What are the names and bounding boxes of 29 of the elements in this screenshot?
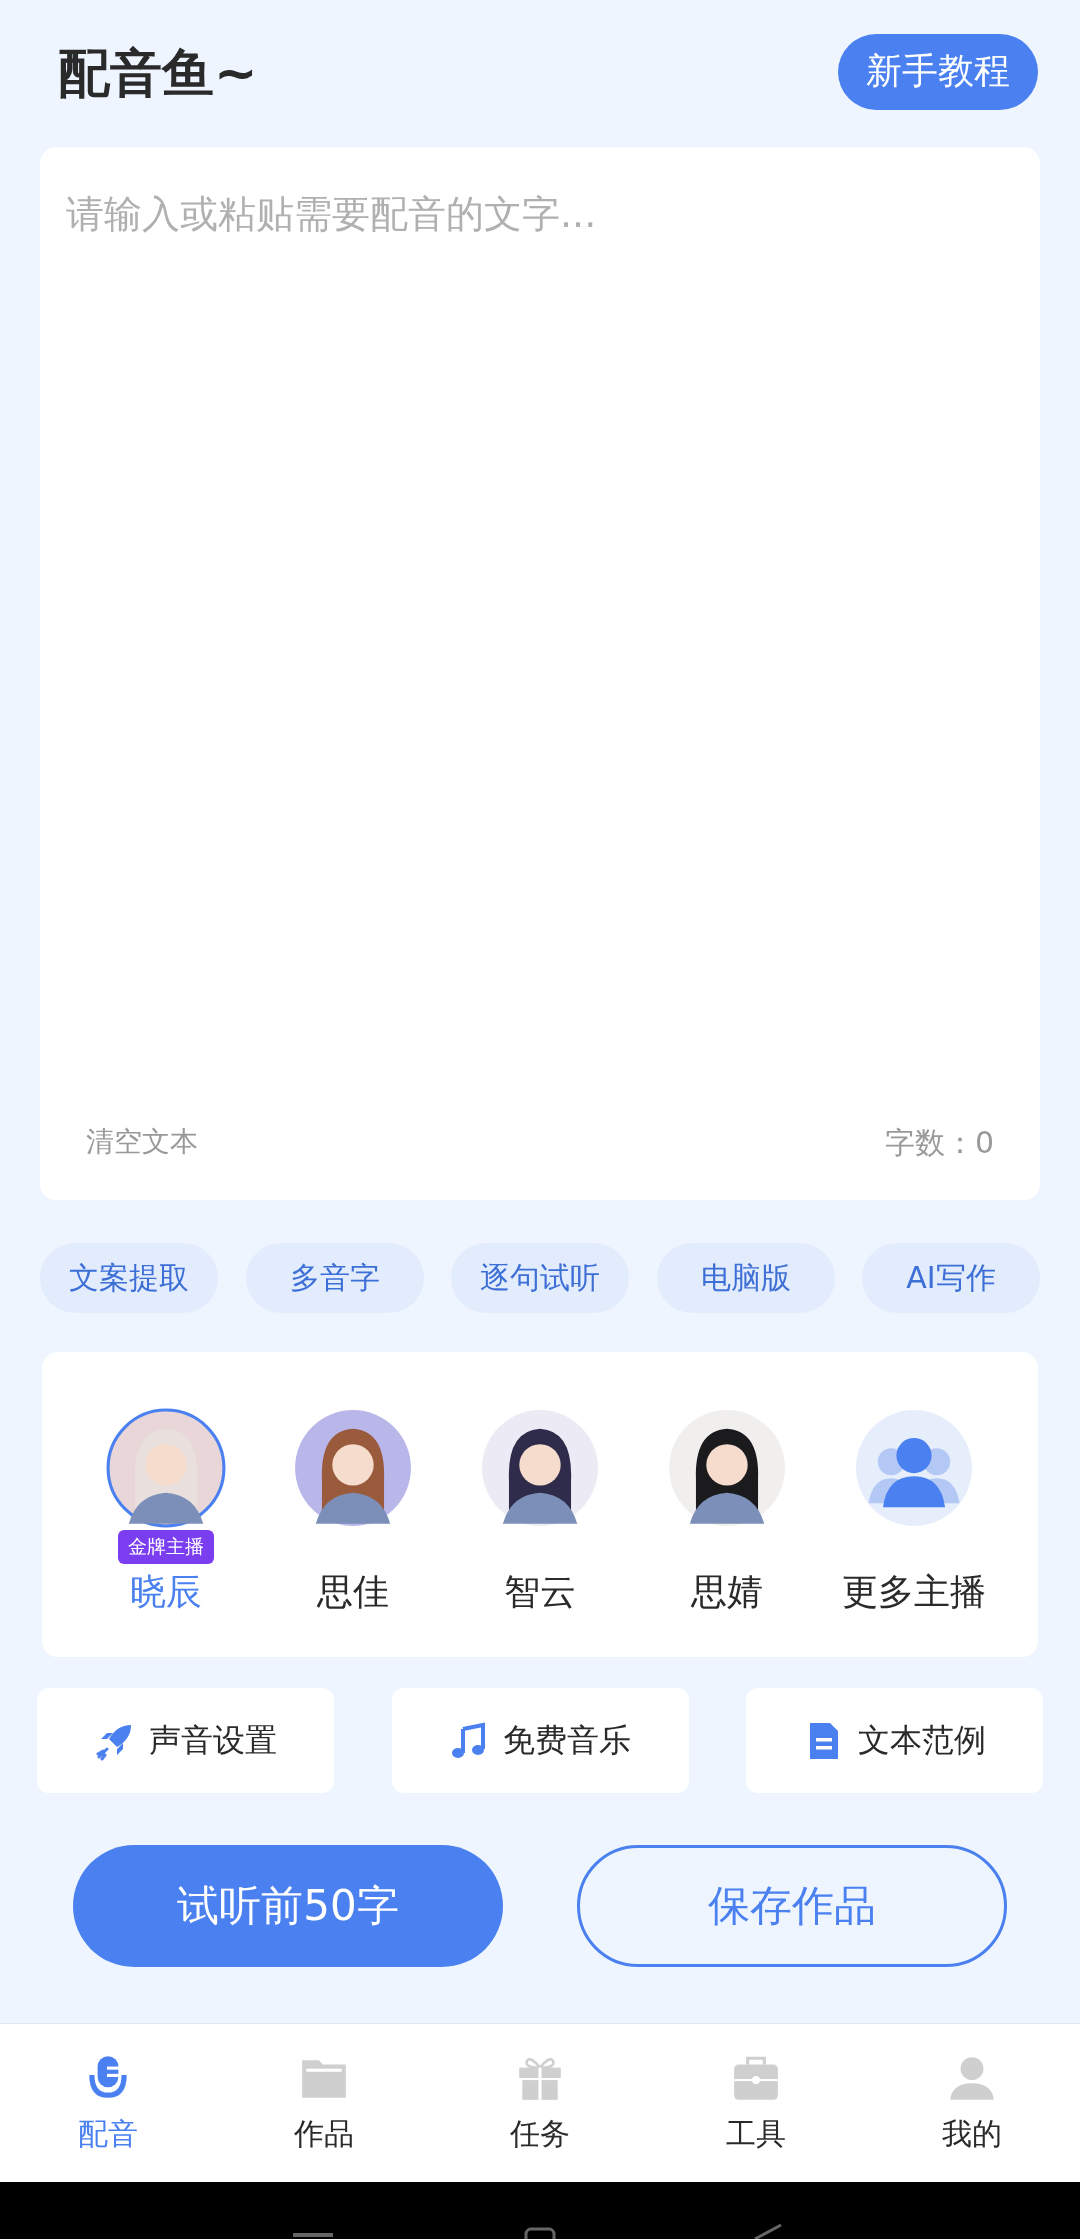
quick-action-chip[interactable]: AI写作 — [862, 1243, 1040, 1313]
text-input-field[interactable]: 请输入或粘贴需要配音的文字... 清空文本 字数：0 — [40, 147, 1040, 1200]
more-voices-icon[interactable] — [854, 1408, 975, 1528]
quick-action-chip[interactable]: 逐句试听 — [451, 1243, 629, 1313]
tool-button[interactable]: 文本范例 — [746, 1688, 1043, 1793]
host-badge: 金牌主播 — [117, 1530, 214, 1564]
clear-text-link[interactable]: 清空文本 — [86, 1123, 198, 1164]
word-count: 字数：0 — [884, 1124, 994, 1162]
nav-tab[interactable]: 工具 — [681, 2051, 831, 2155]
save-button[interactable]: 保存作品 — [577, 1845, 1007, 1967]
nav-tab[interactable]: 我的 — [897, 2051, 1047, 2155]
nav-tab[interactable]: 任务 — [465, 2051, 615, 2155]
tool-button[interactable]: 免费音乐 — [391, 1688, 689, 1793]
voice-name[interactable]: 晓辰 — [129, 1568, 202, 1617]
voice-name[interactable]: 思佳 — [316, 1568, 389, 1617]
nav-tab[interactable]: 作品 — [249, 2051, 399, 2155]
app-title: 配音鱼~ — [58, 41, 258, 105]
preview-button[interactable]: 试听前50字 — [73, 1845, 503, 1967]
tool-button[interactable]: 声音设置 — [37, 1688, 334, 1793]
voice-name[interactable]: 更多主播 — [842, 1568, 987, 1617]
tutorial-button[interactable]: 新手教程 — [838, 33, 1038, 110]
voice-name[interactable]: 思婧 — [691, 1568, 764, 1617]
avatar-icon[interactable] — [479, 1408, 600, 1528]
voice-name[interactable]: 智云 — [503, 1568, 576, 1617]
quick-action-chip[interactable]: 电脑版 — [656, 1243, 835, 1313]
quick-action-chip[interactable]: 多音字 — [245, 1243, 424, 1313]
quick-action-chip[interactable]: 文案提取 — [40, 1243, 218, 1313]
avatar-icon[interactable] — [667, 1408, 788, 1528]
nav-tab[interactable]: 配音 — [33, 2051, 183, 2155]
